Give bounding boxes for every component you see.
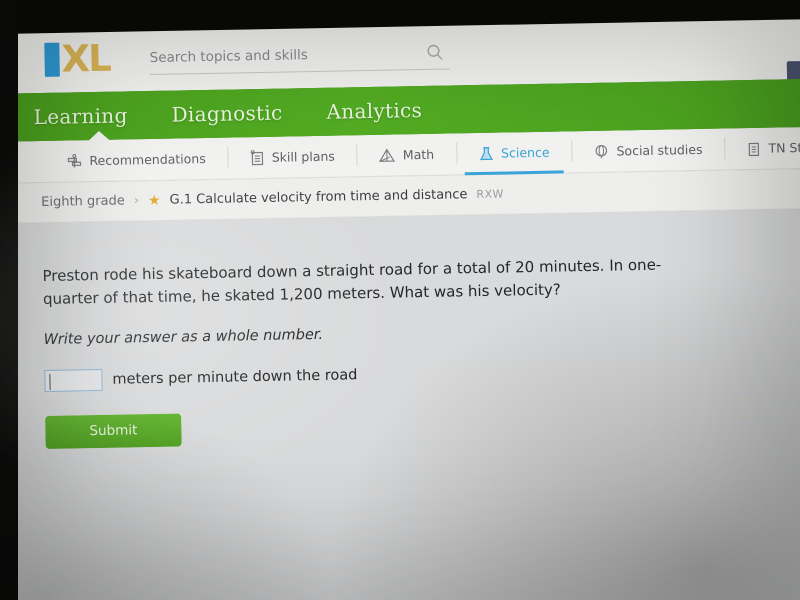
- tab-label: Skill plans: [271, 148, 335, 165]
- question-text: Preston rode his skateboard down a strai…: [42, 255, 662, 309]
- ixl-logo[interactable]: XL: [44, 36, 111, 81]
- breadcrumb-skill: G.1 Calculate velocity from time and dis…: [169, 187, 468, 208]
- tab-tn-standards[interactable]: TN Sta: [724, 126, 800, 170]
- nav-item-learning[interactable]: Learning: [33, 103, 127, 129]
- tab-label: Science: [500, 144, 550, 161]
- submit-button[interactable]: Submit: [45, 412, 182, 449]
- tab-label: Recommendations: [89, 150, 206, 169]
- logo-xl-text: XL: [61, 36, 111, 81]
- tab-label: Social studies: [616, 141, 703, 159]
- browser-page: XL Learning Diagnostic Analytics: [0, 12, 800, 600]
- question-instruction: Write your answer as a whole number.: [43, 326, 324, 348]
- answer-input[interactable]: [44, 368, 103, 392]
- nav-item-diagnostic[interactable]: Diagnostic: [171, 101, 282, 127]
- tab-label: Math: [402, 146, 435, 163]
- clipboard-icon: [746, 140, 761, 156]
- search-input[interactable]: [149, 44, 400, 66]
- photo-of-screen: XL Learning Diagnostic Analytics: [0, 0, 800, 600]
- skill-code: RXW: [476, 187, 504, 202]
- tab-label: TN Sta: [768, 139, 800, 156]
- tab-social-studies[interactable]: Social studies: [571, 128, 725, 173]
- clipboard-list-icon: [250, 149, 265, 165]
- star-icon[interactable]: ★: [148, 192, 161, 208]
- tab-math[interactable]: Math: [356, 133, 456, 177]
- globe-icon: [593, 143, 609, 159]
- tab-recommendations[interactable]: Recommendations: [44, 137, 228, 182]
- signpost-icon: [66, 153, 82, 169]
- answer-unit-label: meters per minute down the road: [112, 366, 358, 388]
- search-icon[interactable]: [426, 44, 443, 65]
- search-bar[interactable]: [149, 35, 450, 76]
- flask-icon: [478, 145, 494, 161]
- breadcrumb-grade[interactable]: Eighth grade: [41, 193, 125, 210]
- question-area: Preston rode his skateboard down a strai…: [0, 208, 800, 600]
- chevron-right-icon: ›: [133, 193, 140, 209]
- tab-science[interactable]: Science: [456, 131, 572, 175]
- nav-item-analytics[interactable]: Analytics: [326, 98, 422, 124]
- answer-row: meters per minute down the road: [44, 355, 800, 392]
- logo-i-bar: [44, 42, 60, 77]
- pyramid-icon: [379, 147, 396, 163]
- tab-skill-plans[interactable]: Skill plans: [227, 135, 357, 179]
- moire-artifact: [422, 360, 759, 600]
